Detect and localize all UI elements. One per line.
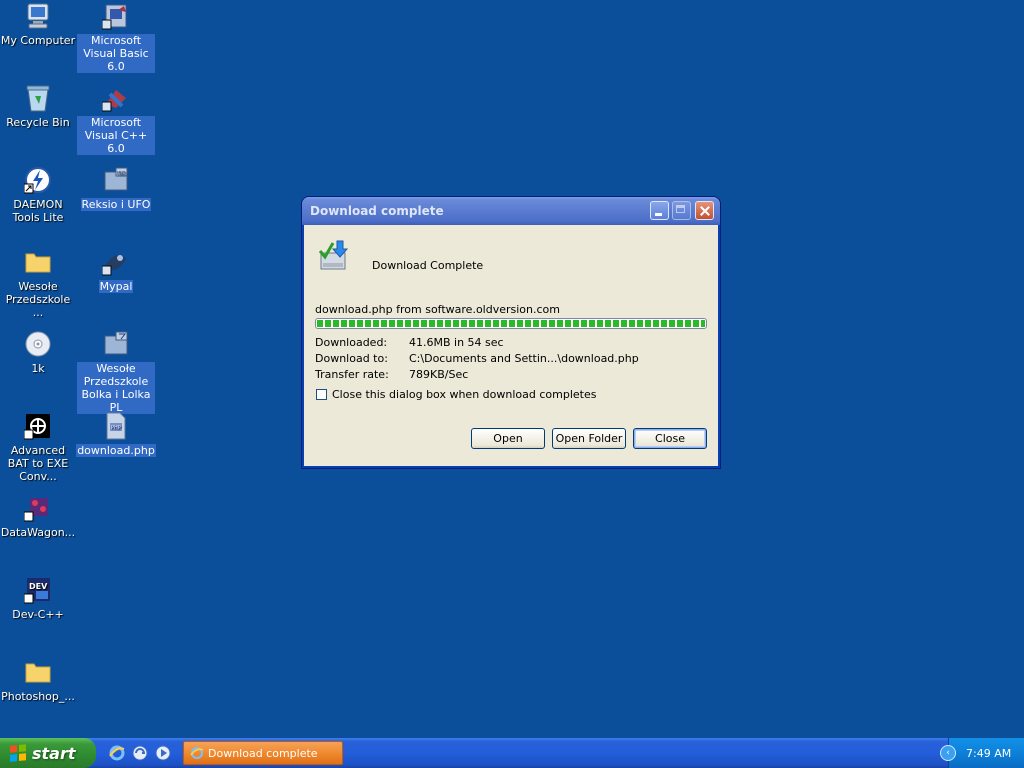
internet-explorer-icon — [190, 746, 204, 760]
desktop-icon-dev-cpp[interactable]: DEV Dev-C++ — [0, 574, 77, 621]
dialog-body: Download Complete download.php from soft… — [304, 225, 718, 466]
svg-text:ISO: ISO — [117, 171, 126, 177]
desktop-icon-datawagon[interactable]: DataWagon... — [0, 492, 77, 539]
desktop-icon-advanced-bat[interactable]: Advanced BAT to EXE Conv... — [0, 410, 77, 483]
open-folder-button[interactable]: Open Folder — [552, 428, 626, 449]
dialog-titlebar[interactable]: Download complete — [302, 197, 720, 225]
open-button[interactable]: Open — [471, 428, 545, 449]
dev-cpp-icon: DEV — [22, 574, 54, 606]
taskbar-task-download-complete[interactable]: Download complete — [183, 741, 343, 765]
internet-explorer-icon[interactable] — [108, 744, 126, 762]
mypal-icon — [100, 246, 132, 278]
desktop-icon-my-computer[interactable]: My Computer — [0, 0, 77, 47]
svg-text:DEV: DEV — [29, 582, 48, 591]
download-to-value: C:\Documents and Settin...\download.php — [409, 352, 639, 365]
media-player-icon[interactable] — [154, 744, 172, 762]
close-when-complete-label: Close this dialog box when download comp… — [332, 388, 597, 401]
php-file-icon: PHP — [100, 410, 132, 442]
visual-basic-icon — [100, 0, 132, 32]
desktop-icon-1k[interactable]: 1k — [0, 328, 77, 375]
close-button[interactable]: Close — [633, 428, 707, 449]
my-computer-icon — [22, 0, 54, 32]
download-complete-heading: Download Complete — [372, 259, 484, 272]
transfer-rate-value: 789KB/Sec — [409, 368, 469, 381]
dialog-title: Download complete — [310, 204, 444, 218]
cd-icon — [22, 328, 54, 360]
desktop-icon-wesole-przedszkole[interactable]: Wesołe Przedszkole ... — [0, 246, 77, 319]
outlook-express-icon[interactable] — [131, 744, 149, 762]
download-progress-bar — [315, 318, 707, 329]
datawagon-icon — [22, 492, 54, 524]
folder-icon — [22, 656, 54, 688]
bat-to-exe-icon — [22, 410, 54, 442]
progress-fill — [317, 320, 705, 327]
download-complete-dialog: Download complete Download Complete down… — [302, 197, 720, 468]
desktop-icon-visual-basic[interactable]: Microsoft Visual Basic 6.0 — [77, 0, 155, 73]
download-source: download.php from software.oldversion.co… — [315, 303, 560, 316]
daemon-tools-icon — [22, 164, 54, 196]
file-icon — [100, 328, 132, 360]
close-when-complete-checkbox[interactable] — [316, 389, 327, 400]
desktop-icon-wesole-przedszkole-pl[interactable]: Wesołe Przedszkole Bolka i Lolka PL — [77, 328, 155, 414]
desktop-icon-download-php[interactable]: PHP download.php — [76, 410, 156, 457]
downloaded-label: Downloaded: — [315, 336, 388, 349]
transfer-rate-label: Transfer rate: — [315, 368, 389, 381]
windows-logo-icon — [10, 744, 26, 762]
taskbar: start Download complete ‹ 7:49 AM — [0, 738, 1024, 768]
maximize-button — [672, 201, 691, 220]
close-window-button[interactable] — [695, 201, 714, 220]
task-label: Download complete — [208, 746, 318, 760]
download-to-label: Download to: — [315, 352, 388, 365]
system-tray: ‹ 7:49 AM — [940, 738, 1024, 768]
desktop-icon-visual-cpp[interactable]: Microsoft Visual C++ 6.0 — [77, 82, 155, 155]
desktop-icon-photoshop[interactable]: Photoshop_... — [0, 656, 77, 703]
desktop-icon-reksio-i-ufo[interactable]: ISO Reksio i UFO — [77, 164, 155, 211]
clock[interactable]: 7:49 AM — [966, 747, 1011, 760]
folder-icon — [22, 246, 54, 278]
downloaded-value: 41.6MB in 54 sec — [409, 336, 504, 349]
start-label: start — [32, 743, 76, 763]
close-when-complete-checkbox-row[interactable]: Close this dialog box when download comp… — [316, 388, 596, 401]
start-button[interactable]: start — [0, 738, 96, 768]
desktop-icon-daemon-tools[interactable]: DAEMON Tools Lite — [0, 164, 77, 224]
recycle-bin-icon — [22, 82, 54, 114]
minimize-button[interactable] — [650, 201, 669, 220]
download-complete-icon — [317, 239, 351, 273]
desktop-icon-mypal[interactable]: Mypal — [77, 246, 155, 293]
iso-file-icon: ISO — [100, 164, 132, 196]
visual-cpp-icon — [100, 82, 132, 114]
show-hidden-icons-icon[interactable]: ‹ — [940, 745, 956, 761]
svg-text:PHP: PHP — [111, 425, 121, 431]
desktop-icon-recycle-bin[interactable]: Recycle Bin — [0, 82, 77, 129]
